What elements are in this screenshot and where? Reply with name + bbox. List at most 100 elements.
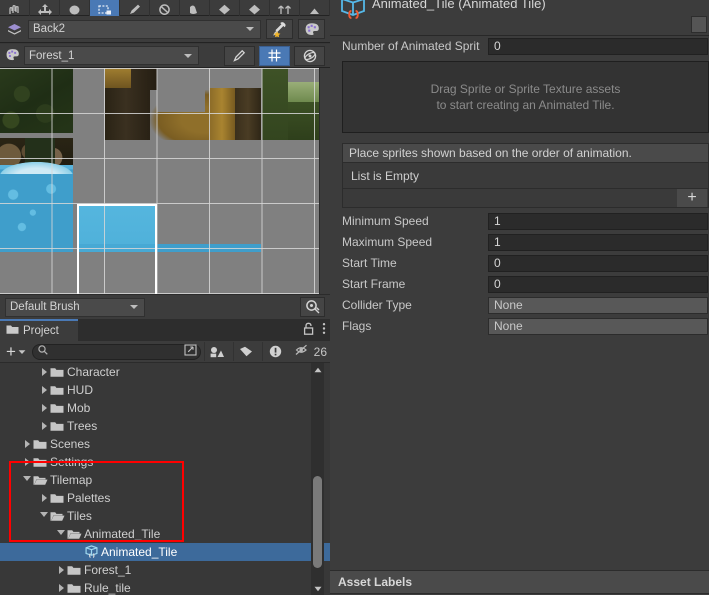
chevron-down-icon[interactable] xyxy=(55,529,67,539)
chevron-right-icon[interactable] xyxy=(55,584,67,592)
chevron-right-icon[interactable] xyxy=(38,422,50,430)
active-tilemap-value: Back2 xyxy=(33,23,65,35)
pencil-tool-icon[interactable] xyxy=(120,0,150,16)
inspector-help-icon[interactable] xyxy=(691,16,707,33)
list-item[interactable]: Character xyxy=(0,363,330,381)
filter-by-type-icon[interactable] xyxy=(203,342,230,361)
property-field[interactable]: 1 xyxy=(488,212,708,230)
scroll-up-arrow-icon[interactable] xyxy=(311,363,324,376)
palette-select-dropdown[interactable]: Forest_1 xyxy=(24,46,199,65)
list-item[interactable]: Scenes xyxy=(0,435,330,453)
search-field[interactable] xyxy=(51,345,195,358)
tree-row-selected[interactable]: Animated_Tile xyxy=(0,543,330,561)
filter-by-label-icon[interactable] xyxy=(232,342,259,361)
folder-open-icon xyxy=(50,511,67,522)
sprite-drop-zone[interactable]: Drag Sprite or Sprite Texture assets to … xyxy=(342,61,709,133)
palette-select-value: Forest_1 xyxy=(29,49,75,62)
tile-palette-canvas[interactable] xyxy=(0,68,330,294)
inspector-title: Animated_Tile (Animated Tile) xyxy=(372,0,546,11)
create-asset-button[interactable]: + xyxy=(3,343,29,360)
eraser-tool-icon[interactable] xyxy=(150,0,180,16)
list-item-label: Scenes xyxy=(50,437,91,451)
property-row[interactable]: Flags None xyxy=(330,317,709,335)
chevron-right-icon[interactable] xyxy=(38,368,50,376)
active-tilemap-dropdown[interactable]: Back2 xyxy=(28,19,261,39)
tilemap-layer-toolbar[interactable]: Back2 xyxy=(0,16,330,43)
scroll-down-arrow-icon[interactable] xyxy=(311,582,324,595)
move-tool-icon[interactable] xyxy=(30,0,60,16)
filter-warning-icon[interactable] xyxy=(261,342,288,361)
editor-tool-strip[interactable] xyxy=(0,0,330,16)
pencil-icon[interactable] xyxy=(224,45,255,66)
add-sprite-button[interactable]: + xyxy=(677,189,707,207)
tile-palette-icon[interactable] xyxy=(298,19,325,39)
pick-tool-icon[interactable] xyxy=(240,0,270,16)
rect-tool-icon[interactable] xyxy=(90,0,120,16)
property-row[interactable]: Minimum Speed 1 xyxy=(330,212,709,230)
property-field[interactable]: 0 xyxy=(488,275,708,293)
chevron-right-icon[interactable] xyxy=(38,404,50,412)
brush-settings-icon[interactable] xyxy=(300,297,325,317)
tile-palette-toolbar[interactable]: Forest_1 xyxy=(0,44,330,68)
property-row[interactable]: Maximum Speed 1 xyxy=(330,233,709,251)
list-item[interactable]: Tilemap xyxy=(0,471,330,489)
sprite-count-field[interactable]: 0 xyxy=(488,37,708,55)
rotate-tool-icon[interactable] xyxy=(60,0,90,16)
layers-icon xyxy=(5,23,23,36)
folder-open-icon xyxy=(67,529,84,540)
list-item[interactable]: HUD xyxy=(0,381,330,399)
brush-select-dropdown[interactable]: Default Brush xyxy=(5,297,145,317)
save-search-icon[interactable] xyxy=(184,344,197,359)
property-label: Start Time xyxy=(342,256,397,270)
chevron-right-icon[interactable] xyxy=(38,494,50,502)
property-row[interactable]: Collider Type None xyxy=(330,296,709,314)
project-toolbar[interactable]: + 26 xyxy=(0,341,330,363)
inspector-panel[interactable]: Animated_Tile (Animated Tile) Number of … xyxy=(330,0,709,595)
property-field[interactable]: 1 xyxy=(488,233,708,251)
property-row[interactable]: Start Time 0 xyxy=(330,254,709,272)
fill-tool-icon[interactable] xyxy=(180,0,210,16)
property-label: Maximum Speed xyxy=(342,235,433,249)
property-field[interactable]: 0 xyxy=(488,254,708,272)
asset-labels-header[interactable]: Asset Labels xyxy=(330,570,709,594)
tab-project[interactable]: Project xyxy=(0,319,78,341)
lock-icon[interactable] xyxy=(303,322,314,338)
list-item[interactable]: Settings xyxy=(0,453,330,471)
box-tool-icon[interactable] xyxy=(210,0,240,16)
list-item[interactable]: Rule_tile xyxy=(0,579,330,595)
search-input[interactable] xyxy=(31,343,201,360)
collapse-icon[interactable] xyxy=(300,0,330,16)
chevron-right-icon[interactable] xyxy=(21,458,33,466)
property-row[interactable]: Start Frame 0 xyxy=(330,275,709,293)
tree-scrollbar[interactable] xyxy=(311,363,324,595)
chevron-down-icon[interactable] xyxy=(21,475,33,485)
chevron-right-icon[interactable] xyxy=(38,386,50,394)
project-tab-bar[interactable]: Project xyxy=(0,319,330,341)
grid-icon[interactable] xyxy=(259,45,290,66)
flip-tool-icon[interactable] xyxy=(270,0,300,16)
gizmo-globe-icon[interactable] xyxy=(294,45,325,66)
list-item[interactable]: Trees xyxy=(0,417,330,435)
sprite-list-empty: List is Empty xyxy=(342,163,709,189)
scrollbar-thumb[interactable] xyxy=(313,476,322,568)
kebab-menu-icon[interactable] xyxy=(322,322,326,338)
animated-tile-asset-icon xyxy=(338,0,368,29)
property-dropdown[interactable]: None xyxy=(488,296,708,314)
sprite-count-label: Number of Animated Sprit xyxy=(342,39,480,53)
property-dropdown[interactable]: None xyxy=(488,317,708,335)
list-item[interactable]: Animated_Tile xyxy=(0,525,330,543)
project-tab-actions[interactable] xyxy=(303,319,326,341)
chevron-right-icon[interactable] xyxy=(55,566,67,574)
hand-tool-icon[interactable] xyxy=(0,0,30,16)
eyedropper-star-icon[interactable] xyxy=(266,19,293,39)
sprite-count-row[interactable]: Number of Animated Sprit 0 xyxy=(330,37,709,55)
list-item[interactable]: Tiles xyxy=(0,507,330,525)
list-item[interactable]: Mob xyxy=(0,399,330,417)
chevron-down-icon[interactable] xyxy=(38,511,50,521)
project-asset-tree[interactable]: Character HUD Mob Trees Scenes Settings Tilema… xyxy=(0,363,330,595)
chevron-right-icon[interactable] xyxy=(21,440,33,448)
list-item[interactable]: Palettes xyxy=(0,489,330,507)
list-item[interactable]: Forest_1 xyxy=(0,561,330,579)
hidden-packages-indicator[interactable]: 26 xyxy=(291,344,327,359)
brush-toolbar[interactable]: Default Brush xyxy=(0,294,330,319)
